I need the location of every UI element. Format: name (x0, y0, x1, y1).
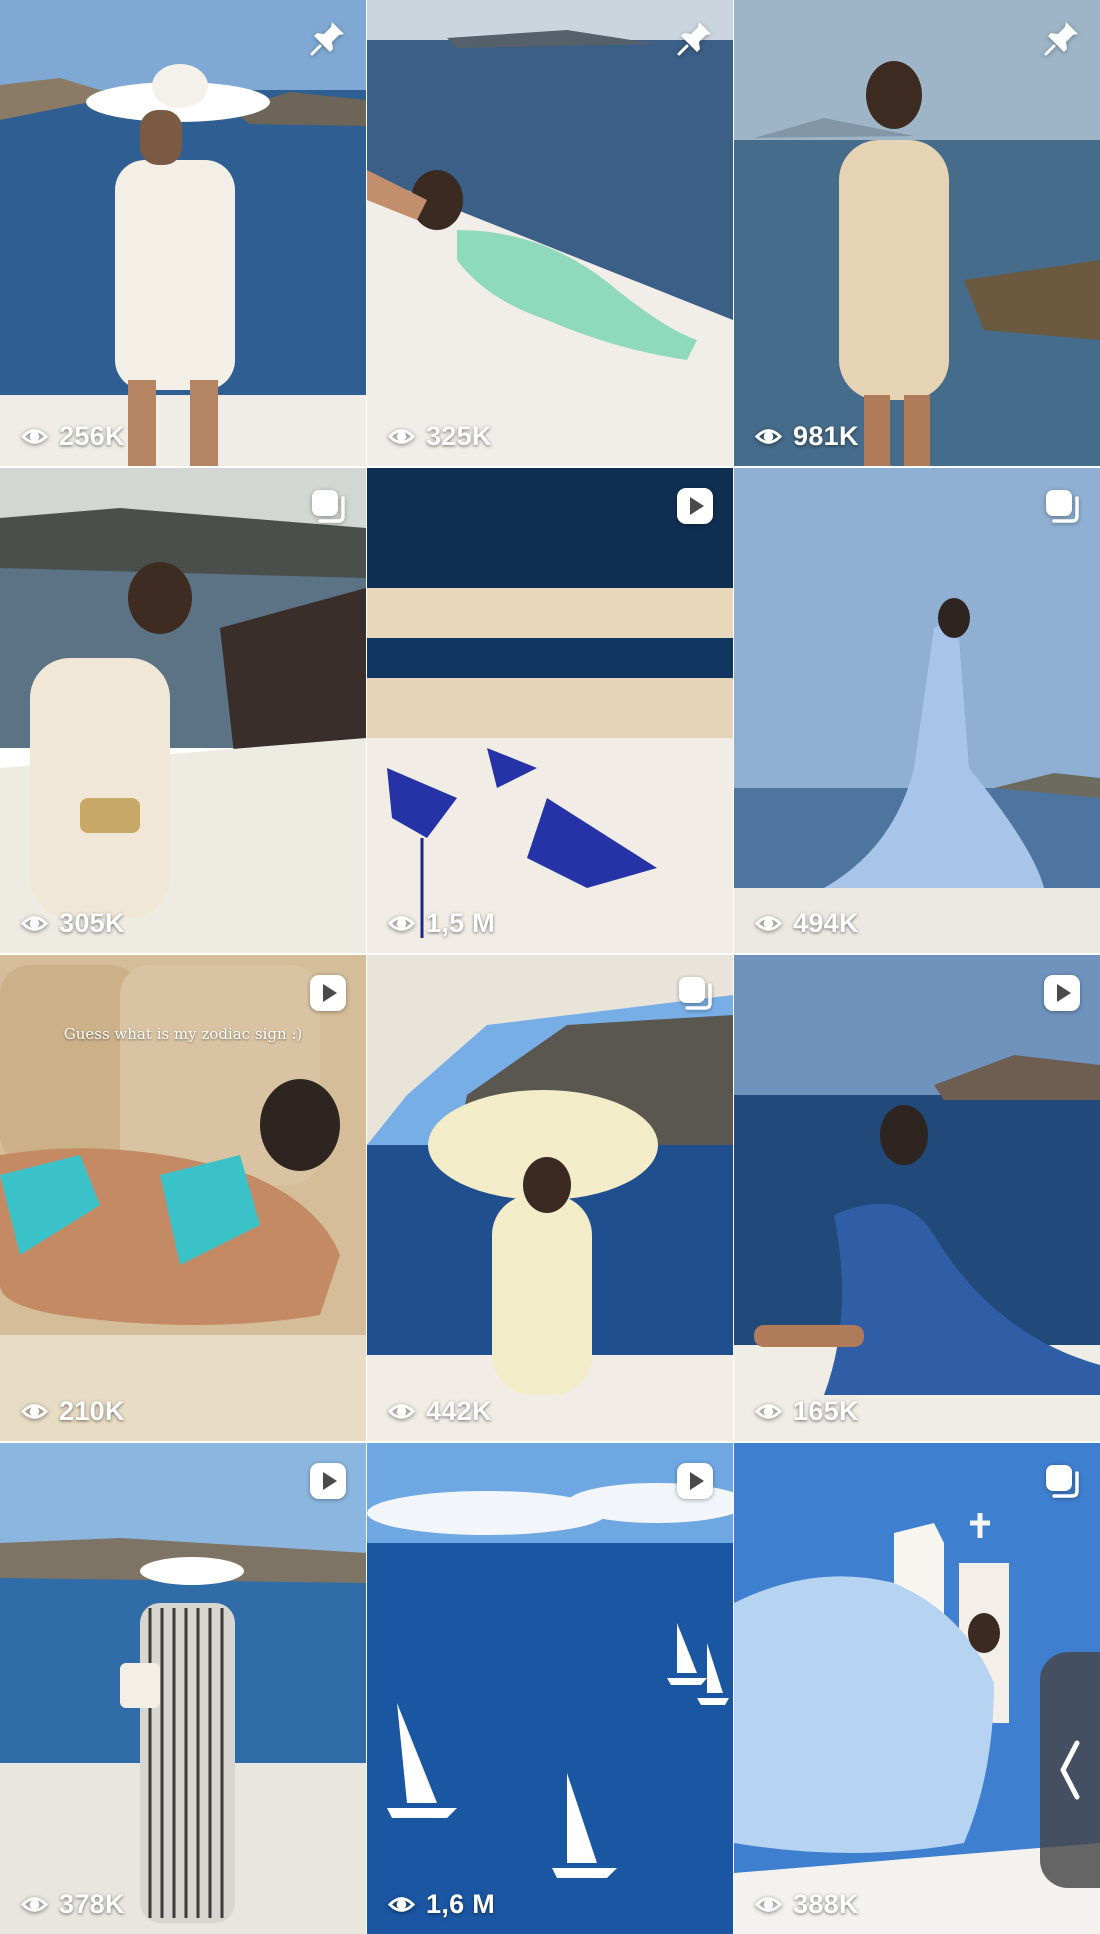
eye-icon (20, 429, 49, 444)
view-count: 494K (754, 908, 859, 939)
grid-post[interactable]: 981K (734, 0, 1100, 466)
chevron-left-icon (1060, 1740, 1080, 1800)
view-count: 442K (387, 1396, 492, 1427)
view-count: 256K (20, 421, 125, 452)
pin-icon (675, 18, 715, 58)
post-thumbnail (367, 468, 733, 953)
grid-post[interactable]: 442K (367, 955, 733, 1441)
eye-icon (387, 1404, 416, 1419)
view-count: 305K (20, 908, 125, 939)
post-thumbnail (0, 468, 366, 953)
eye-icon (20, 1404, 49, 1419)
grid-post[interactable]: 305K (0, 468, 366, 953)
grid-post[interactable]: 494K (734, 468, 1100, 953)
grid-post[interactable]: 1,5 M (367, 468, 733, 953)
carousel-icon (675, 973, 715, 1013)
view-count-label: 305K (59, 908, 125, 938)
eye-icon (387, 1897, 416, 1912)
view-count-label: 388K (793, 1889, 859, 1919)
post-thumbnail (367, 955, 733, 1441)
post-thumbnail (0, 1443, 366, 1934)
view-count-label: 1,5 M (426, 908, 496, 938)
pin-icon (308, 18, 348, 58)
post-thumbnail (367, 0, 733, 466)
view-count: 378K (20, 1889, 125, 1920)
view-count-label: 256K (59, 421, 125, 451)
grid-post[interactable]: 378K (0, 1443, 366, 1934)
grid-post[interactable]: 1,6 M (367, 1443, 733, 1934)
side-panel-handle[interactable] (1040, 1652, 1100, 1888)
eye-icon (20, 916, 49, 931)
carousel-icon (308, 486, 348, 526)
post-caption-overlay: Guess what is my zodiac sign :) (63, 1025, 303, 1043)
view-count: 1,5 M (387, 908, 495, 939)
eye-icon (387, 429, 416, 444)
eye-icon (754, 916, 783, 931)
view-count: 388K (754, 1889, 859, 1920)
grid-post[interactable]: 325K (367, 0, 733, 466)
eye-icon (754, 429, 783, 444)
view-count-label: 378K (59, 1889, 125, 1919)
post-thumbnail (734, 0, 1100, 466)
view-count: 1,6 M (387, 1889, 495, 1920)
view-count: 165K (754, 1396, 859, 1427)
reel-icon (308, 973, 348, 1013)
pin-icon (1042, 18, 1082, 58)
post-thumbnail (734, 955, 1100, 1441)
view-count-label: 494K (793, 908, 859, 938)
view-count-label: 165K (793, 1396, 859, 1426)
reel-icon (308, 1461, 348, 1501)
view-count-label: 1,6 M (426, 1889, 496, 1919)
grid-post[interactable]: 165K (734, 955, 1100, 1441)
view-count-label: 325K (426, 421, 492, 451)
reel-icon (1042, 973, 1082, 1013)
carousel-icon (1042, 1461, 1082, 1501)
view-count: 981K (754, 421, 859, 452)
post-thumbnail (0, 0, 366, 466)
media-grid: 256K 325K 981K 305K 1,5 M 494K Guess wha… (0, 0, 1100, 1934)
view-count: 210K (20, 1396, 125, 1427)
post-thumbnail (734, 468, 1100, 953)
reel-icon (675, 486, 715, 526)
post-thumbnail (367, 1443, 733, 1934)
eye-icon (754, 1404, 783, 1419)
eye-icon (754, 1897, 783, 1912)
grid-post[interactable]: 256K (0, 0, 366, 466)
view-count-label: 442K (426, 1396, 492, 1426)
view-count-label: 210K (59, 1396, 125, 1426)
reel-icon (675, 1461, 715, 1501)
view-count: 325K (387, 421, 492, 452)
view-count-label: 981K (793, 421, 859, 451)
eye-icon (20, 1897, 49, 1912)
carousel-icon (1042, 486, 1082, 526)
grid-post[interactable]: Guess what is my zodiac sign :) 210K (0, 955, 366, 1441)
eye-icon (387, 916, 416, 931)
